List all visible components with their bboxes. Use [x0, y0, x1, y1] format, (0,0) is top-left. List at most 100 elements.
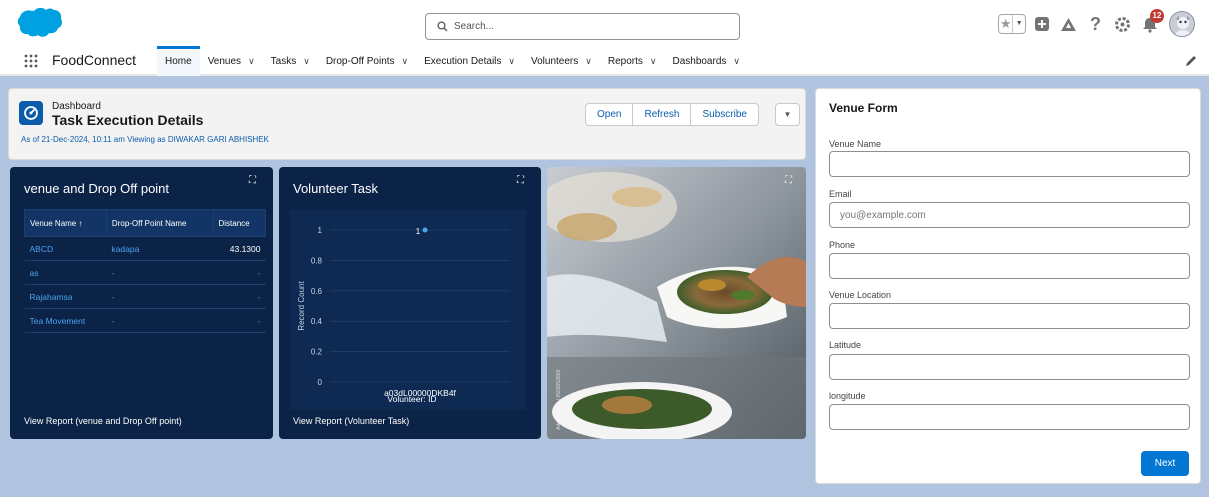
phone-label: Phone: [829, 240, 856, 250]
refresh-button[interactable]: Refresh: [633, 104, 692, 125]
trailhead-icon[interactable]: [1057, 12, 1080, 36]
venue-name-link[interactable]: Rajahamsa: [24, 284, 107, 309]
chevron-down-icon[interactable]: ∨: [248, 56, 255, 67]
venue-location-field[interactable]: [829, 303, 1190, 329]
nav-item-label: Home: [165, 55, 192, 67]
pencil-icon[interactable]: [1185, 55, 1197, 67]
nav-item-venues[interactable]: Venues ∨: [200, 46, 263, 76]
app-launcher-icon[interactable]: [24, 54, 38, 68]
distance-cell: -: [213, 260, 266, 285]
chevron-down-icon: ▼: [783, 110, 792, 119]
venue-form: Venue Form Venue Name Email Phone Venue …: [815, 88, 1201, 484]
venue-name-link[interactable]: ABCD: [24, 236, 107, 261]
table-row: ABCD kadapa 43.1300: [24, 236, 266, 261]
chevron-down-icon[interactable]: ∨: [402, 56, 409, 67]
nav-item-execution-details[interactable]: Execution Details ∨: [416, 46, 523, 76]
nav-item-label: Drop-Off Points: [325, 55, 395, 67]
view-report-link[interactable]: View Report (Volunteer Task): [293, 416, 409, 426]
nav-item-home[interactable]: Home: [157, 46, 200, 76]
y-tick-label: 0.8: [311, 256, 323, 265]
y-tick-label: 0: [318, 378, 323, 387]
notifications-button[interactable]: 12: [1138, 9, 1164, 36]
nav-item-label: Venues: [207, 55, 242, 67]
chart-area: 0 0.2 0.4 0.6 0.8 1 a03dL00000DKB4f 1 Volunteer:…: [290, 210, 526, 410]
drop-off-point-cell: -: [106, 260, 213, 285]
dashboard-label: Dashboard: [52, 101, 101, 112]
table-row: Rajahamsa - -: [24, 284, 266, 309]
data-point: [422, 227, 428, 233]
expand-icon[interactable]: ⛶: [517, 175, 524, 186]
email-field[interactable]: [829, 202, 1190, 228]
venue-name-field[interactable]: [829, 151, 1190, 177]
chevron-down-icon[interactable]: ∨: [733, 56, 740, 67]
nav-item-label: Reports: [607, 55, 643, 67]
drop-off-point-cell: -: [106, 308, 213, 333]
nav-item-label: Volunteers: [531, 55, 579, 67]
global-header: ★ ▼ ? 12: [0, 0, 1209, 46]
nav-item-dashboards[interactable]: Dashboards ∨: [664, 46, 748, 76]
y-tick-label: 0.2: [311, 348, 323, 357]
photo-watermark: Adobe Stock | #503553559: [556, 370, 562, 430]
search-input[interactable]: [454, 18, 724, 35]
longitude-field[interactable]: [829, 404, 1190, 430]
phone-field[interactable]: [829, 253, 1190, 279]
nav-item-reports[interactable]: Reports ∨: [600, 46, 665, 76]
dashboard-header: Dashboard Task Execution Details As of 2…: [8, 88, 806, 160]
chevron-down-icon[interactable]: ∨: [303, 56, 310, 67]
help-icon[interactable]: ?: [1084, 12, 1107, 36]
chevron-down-icon[interactable]: ▼: [1013, 15, 1025, 33]
table-header-row: Venue Name ↑ Drop-Off Point Name Distanc…: [24, 209, 266, 237]
x-axis-title: Volunteer: ID: [387, 394, 436, 404]
search-box[interactable]: [425, 13, 740, 40]
view-report-link[interactable]: View Report (venue and Drop Off point): [24, 416, 182, 426]
salesforce-cloud-logo[interactable]: [14, 6, 62, 40]
column-header-venue-name[interactable]: Venue Name ↑: [24, 209, 107, 237]
nav-item-tasks[interactable]: Tasks ∨: [263, 46, 318, 76]
email-label: Email: [829, 189, 852, 199]
nav-item-drop-off-points[interactable]: Drop-Off Points ∨: [318, 46, 416, 76]
navigation-bar: FoodConnect Home Venues ∨ Tasks ∨ Drop-Off…: [0, 46, 1209, 76]
venue-name-link[interactable]: Tea Movement: [24, 308, 107, 333]
column-header-drop-off-point[interactable]: Drop-Off Point Name: [105, 209, 214, 237]
chevron-down-icon[interactable]: ∨: [650, 56, 657, 67]
venue-dropoff-component: venue and Drop Off point ⛶ Venue Name ↑ …: [10, 167, 273, 439]
form-title: Venue Form: [829, 101, 898, 115]
add-icon[interactable]: [1030, 12, 1053, 36]
venue-name-link[interactable]: as: [24, 260, 107, 285]
nav-item-label: Tasks: [270, 55, 297, 67]
nav-items: Home Venues ∨ Tasks ∨ Drop-Off Points ∨ Exe…: [157, 46, 748, 76]
y-tick-label: 0.4: [311, 317, 323, 326]
venue-location-label: Venue Location: [829, 290, 892, 300]
column-header-distance[interactable]: Distance: [212, 209, 266, 237]
open-button[interactable]: Open: [586, 104, 634, 125]
nav-item-label: Execution Details: [424, 55, 502, 67]
favorites-button[interactable]: ★ ▼: [998, 14, 1026, 34]
drop-off-point-link[interactable]: kadapa: [106, 236, 213, 261]
data-label: 1: [416, 227, 421, 236]
expand-icon[interactable]: ⛶: [249, 175, 256, 186]
page-title: Task Execution Details: [52, 112, 204, 128]
expand-icon[interactable]: ⛶: [785, 175, 792, 186]
food-serving-photo: Adobe Stock | #503553559 ⛶: [547, 167, 806, 439]
latitude-label: Latitude: [829, 340, 862, 350]
avatar[interactable]: [1169, 11, 1195, 37]
subscribe-button[interactable]: Subscribe: [691, 104, 757, 125]
header-utility-icons: ★ ▼ ? 12: [998, 9, 1195, 39]
y-axis-title: Record Count: [297, 281, 306, 331]
latitude-field[interactable]: [829, 354, 1190, 380]
y-tick-label: 1: [318, 226, 323, 235]
next-button[interactable]: Next: [1141, 451, 1189, 476]
venue-table: Venue Name ↑ Drop-Off Point Name Distanc…: [24, 209, 266, 333]
table-row: Tea Movement - -: [24, 308, 266, 333]
star-icon: ★: [999, 15, 1014, 33]
nav-item-volunteers[interactable]: Volunteers ∨: [523, 46, 600, 76]
app-name: FoodConnect: [52, 52, 137, 68]
search-icon: [437, 21, 448, 32]
gear-icon[interactable]: [1111, 12, 1134, 36]
chevron-down-icon[interactable]: ∨: [585, 56, 592, 67]
nav-item-label: Dashboards: [672, 55, 727, 67]
more-actions-button[interactable]: ▼: [775, 103, 800, 126]
y-tick-label: 0.6: [311, 287, 323, 296]
notification-badge: 12: [1150, 9, 1164, 23]
chevron-down-icon[interactable]: ∨: [508, 56, 515, 67]
